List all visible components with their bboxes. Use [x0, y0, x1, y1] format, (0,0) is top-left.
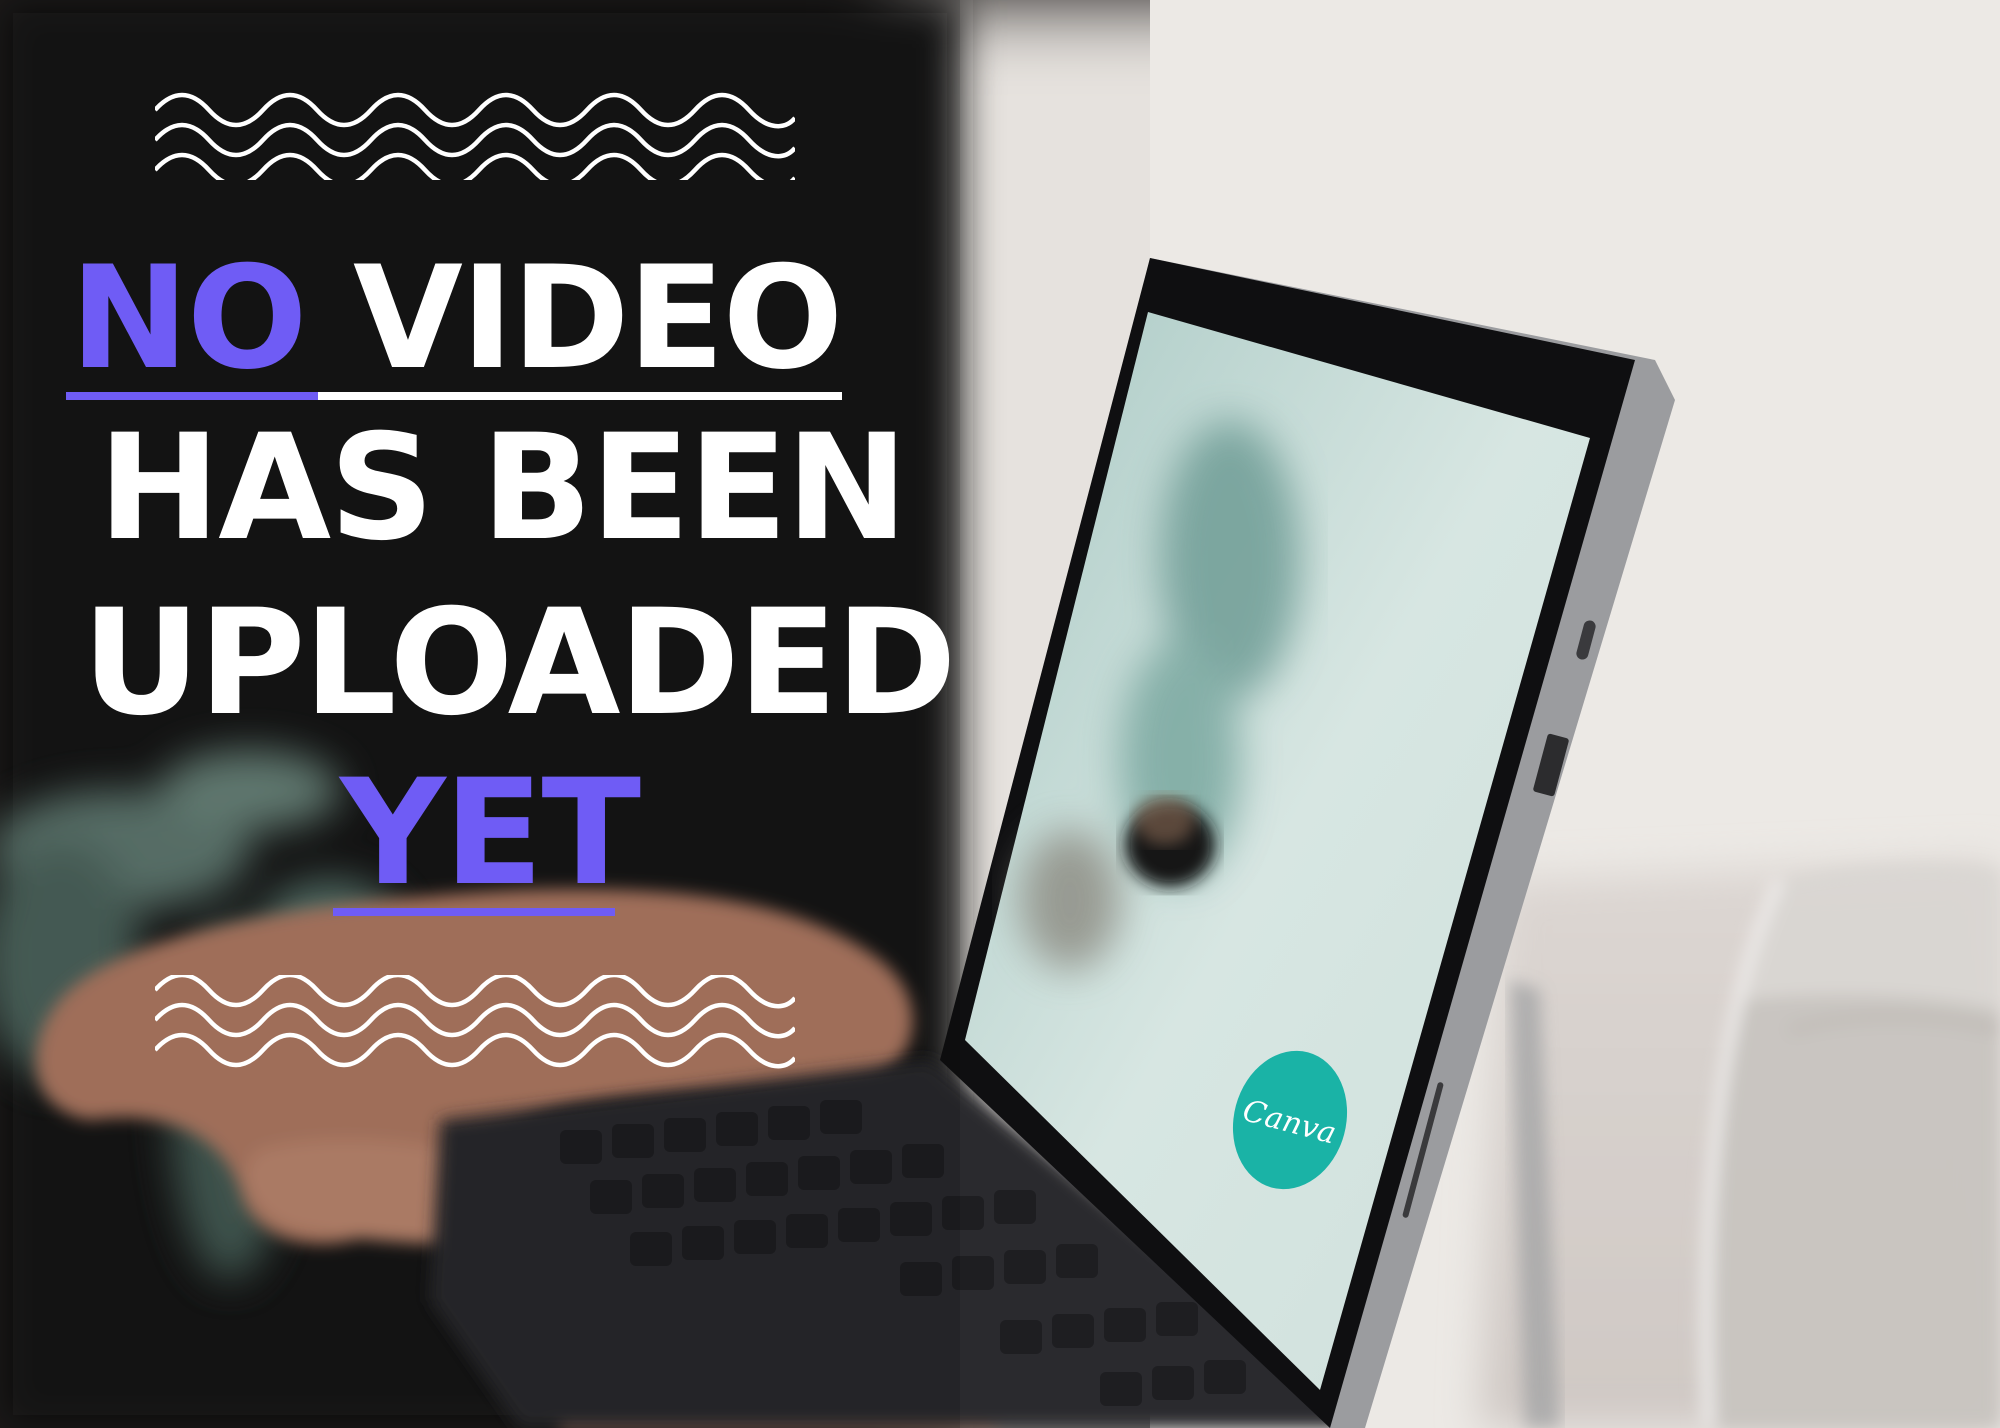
wave-decoration-top [155, 92, 795, 180]
wave-decoration-bottom [155, 975, 795, 1069]
poster: Canva NO VIDEO HAS BEEN UPLOADED YET [0, 0, 2000, 1428]
background-photo: Canva [0, 0, 2000, 1428]
